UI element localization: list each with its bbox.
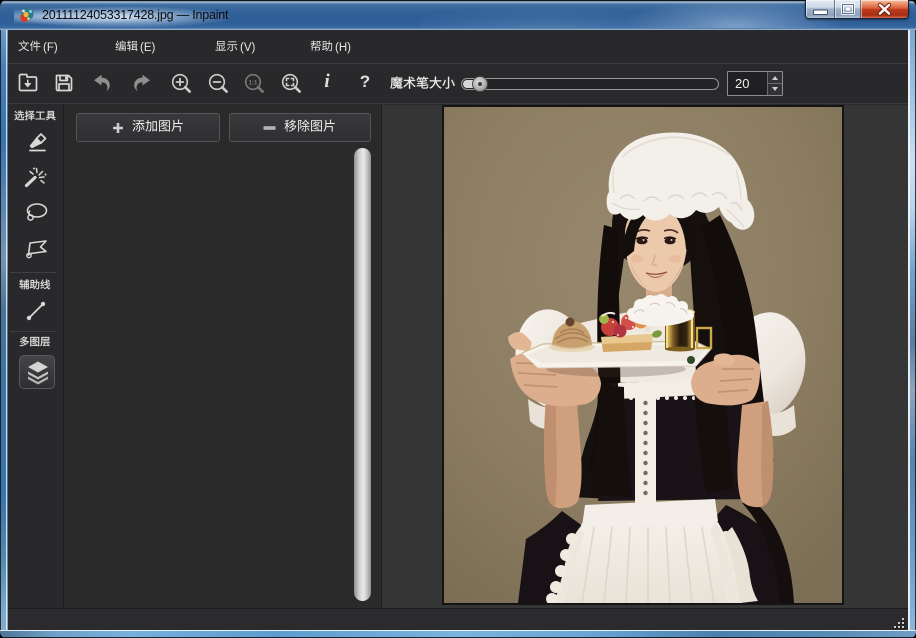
svg-text:1:1: 1:1 [249, 80, 258, 86]
